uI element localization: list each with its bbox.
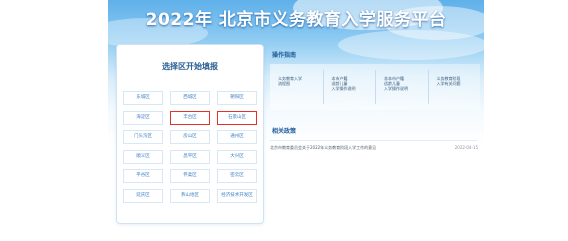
district-button[interactable]: 石景山区 — [217, 110, 257, 125]
district-button[interactable]: 燕山地区 — [170, 188, 210, 203]
policy-section-title: 相关政策 — [272, 128, 297, 135]
panel-title: 选择区开始填报 — [162, 62, 218, 71]
district-grid: 东城区 西城区 朝阳区海淀区 丰台区 石景山区门头沟区 房山区 通州区顺义区 昌平区 大兴区平谷… — [123, 91, 257, 215]
guide-link-text: 入学操作说明 — [331, 86, 356, 91]
district-button[interactable]: 西城区 — [170, 91, 210, 105]
guide-link[interactable]: 义务教育入学 流程图 — [270, 70, 323, 104]
district-button[interactable]: 怀柔区 — [170, 169, 210, 183]
district-button[interactable]: 经济技术开发区 — [217, 188, 257, 203]
district-button[interactable]: 密云区 — [217, 169, 257, 183]
district-button[interactable]: 通州区 — [217, 130, 257, 144]
divider — [270, 140, 478, 141]
district-button[interactable]: 延庆区 — [123, 188, 163, 203]
district-button[interactable]: 昌平区 — [170, 149, 210, 164]
guide-link[interactable]: 义务教育阶段 入学有关问题 — [427, 70, 481, 104]
guide-link-text: 入学操作说明 — [384, 86, 408, 91]
news-title-link[interactable]: 北京市教育委员会关于2022年义务教育阶段入学工作的意见 — [270, 145, 376, 151]
district-button[interactable]: 朝阳区 — [217, 91, 257, 105]
guide-link-text: 入学有关问题 — [436, 81, 461, 86]
district-panel: 选择区开始填报 东城区 西城区 朝阳区海淀区 丰台区 石景山区门头沟区 房山区 通州区顺义区… — [116, 44, 264, 224]
district-button[interactable]: 门头沟区 — [123, 130, 163, 144]
district-button[interactable]: 大兴区 — [217, 149, 257, 164]
guide-link[interactable]: 本市户籍 适龄儿童 入学操作说明 — [322, 70, 376, 104]
district-button[interactable]: 海淀区 — [123, 110, 163, 125]
site-title: 2022年 北京市义务教育入学服务平台 — [145, 10, 447, 30]
district-button[interactable]: 东城区 — [123, 91, 163, 105]
guide-links: 义务教育入学 流程图 本市户籍 适龄儿童 入学操作说明 非本市户籍 适龄儿童 入学操作说明 义务… — [270, 64, 480, 110]
district-button[interactable]: 丰台区 — [170, 110, 210, 125]
cloud-decoration — [338, 30, 484, 60]
news-item[interactable]: 北京市教育委员会关于2022年义务教育阶段入学工作的意见 2022-04-15 — [270, 144, 480, 152]
district-button[interactable]: 平谷区 — [123, 169, 163, 183]
guide-link[interactable]: 非本市户籍 适龄儿童 入学操作说明 — [375, 70, 428, 104]
district-button[interactable]: 顺义区 — [123, 149, 163, 164]
page-frame: 2022年 北京市义务教育入学服务平台 选择区开始填报 东城区 西城区 朝阳区海淀区… — [108, 0, 484, 241]
guide-link-text: 流程图 — [278, 81, 290, 86]
news-date: 2022-04-15 — [454, 145, 478, 150]
district-button[interactable]: 房山区 — [170, 130, 210, 144]
guide-section-title: 操作指南 — [272, 52, 297, 59]
